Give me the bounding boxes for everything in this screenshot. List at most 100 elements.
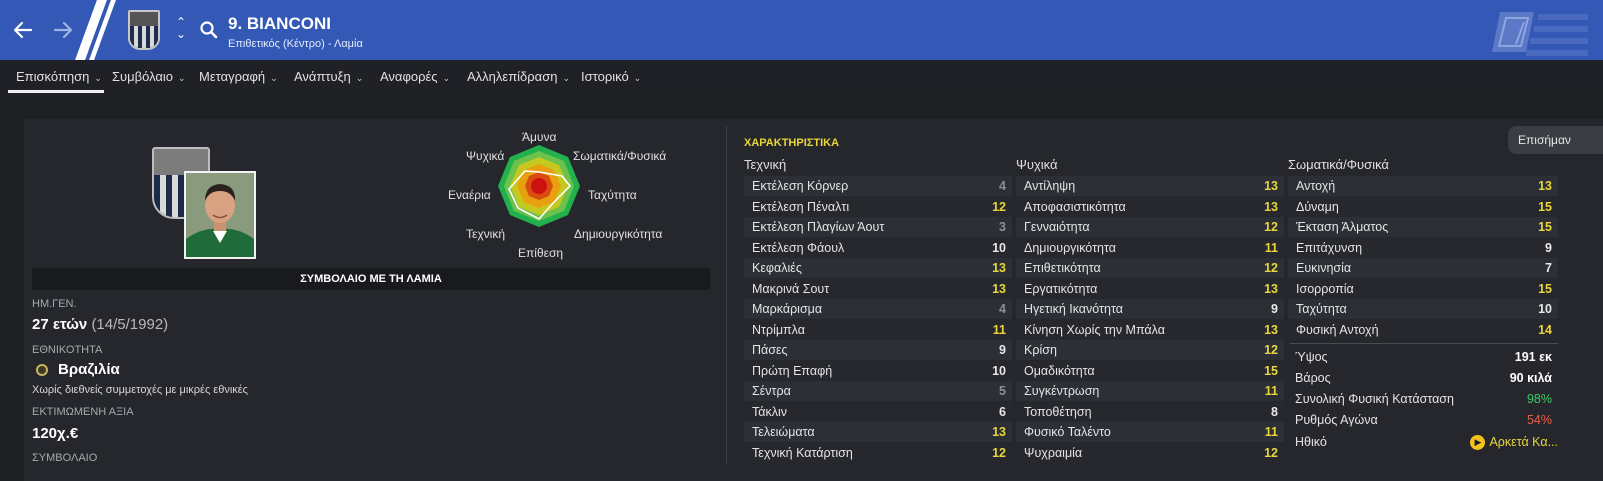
attribute-row[interactable]: Ευκινησία 7 [1288, 258, 1558, 278]
chevron-down-icon: ⌄ [562, 73, 571, 83]
radar-label-technique: Τεχνική [466, 227, 505, 241]
tab-history[interactable]: Ιστορικό ⌄ [581, 69, 641, 84]
attribute-row[interactable]: Ηγετική Ικανότητα 9 [1016, 299, 1284, 319]
attribute-value: 11 [1264, 240, 1278, 255]
attribute-name: Εκτέλεση Κόρνερ [752, 179, 849, 193]
info-row-morale[interactable]: Ηθικό ▶ Αρκετά Κα... [1290, 432, 1558, 452]
attribute-value: 13 [1538, 179, 1552, 193]
attribute-row[interactable]: Κεφαλιές 13 [744, 258, 1012, 278]
tab-interaction[interactable]: Αλληλεπίδραση ⌄ [467, 69, 570, 84]
attribute-radar: Άμυνα Σωματικά/Φυσικά Ταχύτητα Δημιουργι… [440, 126, 700, 266]
attribute-name: Μακρινά Σουτ [752, 281, 830, 296]
attribute-value: 3 [999, 220, 1006, 234]
attribute-row[interactable]: Ομαδικότητα 15 [1016, 360, 1284, 381]
attribute-row[interactable]: Επιθετικότητα 12 [1016, 258, 1284, 278]
nationality-value[interactable]: Βραζιλία [32, 361, 120, 378]
attribute-name: Συγκέντρωση [1024, 384, 1100, 398]
attribute-name: Φυσική Αντοχή [1296, 322, 1379, 337]
player-header: ⌃ ⌄ 9. BIANCONI Επιθετικός (Κέντρο) - Λαμ… [0, 0, 1603, 60]
attribute-row[interactable]: Επιτάχυνση 9 [1288, 237, 1558, 258]
attribute-row[interactable]: Τοποθέτηση 8 [1016, 401, 1284, 422]
international-note: Χωρίς διεθνείς συμμετοχές με μικρές εθνι… [32, 384, 248, 396]
attribute-value: 13 [992, 425, 1006, 439]
tab-overview[interactable]: Επισκόπηση ⌄ [16, 69, 102, 84]
attribute-row[interactable]: Αποφασιστικότητα 13 [1016, 196, 1284, 217]
physical-column-header: Σωματικά/Φυσικά [1288, 157, 1389, 172]
value-label: ΕΚΤΙΜΩΜΕΝΗ ΑΞΙΑ [32, 406, 134, 418]
attribute-name: Ευκινησία [1296, 261, 1352, 275]
attribute-name: Αποφασιστικότητα [1024, 199, 1126, 214]
attribute-row[interactable]: Φυσική Αντοχή 14 [1288, 319, 1558, 340]
up-down-chevron-icon[interactable]: ⌃ ⌄ [176, 16, 186, 40]
tab-reports[interactable]: Αναφορές ⌄ [380, 69, 450, 84]
attribute-row[interactable]: Πάσες 9 [744, 340, 1012, 360]
forward-arrow-icon [53, 21, 73, 39]
attribute-name: Εκτέλεση Πέναλτι [752, 199, 850, 214]
attribute-name: Κρίση [1024, 343, 1057, 357]
attribute-row[interactable]: Εργατικότητα 13 [1016, 278, 1284, 299]
morale-icon: ▶ [1470, 435, 1486, 451]
attribute-row[interactable]: Συγκέντρωση 11 [1016, 381, 1284, 401]
attribute-row[interactable]: Ψυχραιμία 12 [1016, 442, 1284, 463]
tab-contract[interactable]: Συμβόλαιο ⌄ [112, 69, 186, 84]
attribute-name: Σέντρα [752, 384, 791, 398]
attribute-name: Ομαδικότητα [1024, 363, 1095, 378]
attribute-name: Έκταση Άλματος [1296, 220, 1389, 234]
attribute-name: Πάσες [752, 343, 788, 357]
attribute-row[interactable]: Γενναιότητα 12 [1016, 217, 1284, 237]
attribute-row[interactable]: Αντοχή 13 [1288, 176, 1558, 196]
attribute-value: 13 [1264, 281, 1278, 296]
attribute-value: 12 [992, 445, 1006, 460]
attribute-row[interactable]: Σέντρα 5 [744, 381, 1012, 401]
attribute-row[interactable]: Αντίληψη 13 [1016, 176, 1284, 196]
attribute-row[interactable]: Ισορροπία 15 [1288, 278, 1558, 299]
attribute-row[interactable]: Εκτέλεση Πέναλτι 12 [744, 196, 1012, 217]
attribute-value: 12 [1264, 220, 1278, 234]
attribute-row[interactable]: Φυσικό Ταλέντο 11 [1016, 422, 1284, 442]
chevron-down-icon: ⌄ [178, 73, 186, 83]
attribute-value: 12 [992, 199, 1006, 214]
attribute-row[interactable]: Τεχνική Κατάρτιση 12 [744, 442, 1012, 463]
attribute-row[interactable]: Μαρκάρισμα 4 [744, 299, 1012, 319]
attribute-row[interactable]: Πρώτη Επαφή 10 [744, 360, 1012, 381]
attribute-row[interactable]: Ταχύτητα 10 [1288, 299, 1558, 319]
attribute-name: Πρώτη Επαφή [752, 363, 833, 378]
attribute-row[interactable]: Κίνηση Χωρίς την Μπάλα 13 [1016, 319, 1284, 340]
attribute-row[interactable]: Εκτέλεση Πλαγίων Άουτ 3 [744, 217, 1012, 237]
info-row-height: Ύψος 191 εκ [1295, 350, 1552, 364]
attribute-row[interactable]: Έκταση Άλματος 15 [1288, 217, 1558, 237]
attribute-name: Εργατικότητα [1024, 281, 1098, 296]
forward-button[interactable] [46, 13, 80, 47]
tab-development[interactable]: Ανάπτυξη ⌄ [294, 69, 363, 84]
nationality-label: ΕΘΝΙΚΟΤΗΤΑ [32, 344, 103, 356]
attribute-value: 12 [1264, 261, 1278, 275]
attribute-value: 13 [1264, 322, 1278, 337]
important-button[interactable]: Επισήμαν [1508, 126, 1603, 154]
contract-label: ΣΥΜΒΟΛΑΙΟ [32, 452, 98, 464]
tab-transfer[interactable]: Μεταγραφή ⌄ [199, 69, 278, 84]
attribute-name: Φυσικό Ταλέντο [1024, 425, 1111, 439]
attribute-value: 13 [992, 281, 1006, 296]
search-button[interactable] [192, 13, 226, 47]
attribute-row[interactable]: Τελειώματα 13 [744, 422, 1012, 442]
attribute-row[interactable]: Κρίση 12 [1016, 340, 1284, 360]
radar-label-physical: Σωματικά/Φυσικά [573, 149, 667, 163]
attribute-row[interactable]: Μακρινά Σουτ 13 [744, 278, 1012, 299]
attribute-row[interactable]: Εκτέλεση Φάουλ 10 [744, 237, 1012, 258]
info-row-match-sharpness: Ρυθμός Αγώνα 54% [1295, 413, 1552, 427]
attribute-row[interactable]: Ντρίμπλα 11 [744, 319, 1012, 340]
attribute-row[interactable]: Εκτέλεση Κόρνερ 4 [744, 176, 1012, 196]
attribute-row[interactable]: Δύναμη 15 [1288, 196, 1558, 217]
attribute-value: 15 [1538, 281, 1552, 296]
attribute-name: Κίνηση Χωρίς την Μπάλα [1024, 322, 1165, 337]
back-button[interactable] [6, 13, 40, 47]
club-crest[interactable] [128, 10, 160, 50]
attribute-row[interactable]: Δημιουργικότητα 11 [1016, 237, 1284, 258]
attribute-value: 12 [1264, 445, 1278, 460]
estimated-value: 120χ.€ [32, 425, 79, 442]
radar-label-mental: Ψυχικά [466, 149, 505, 163]
attribute-row[interactable]: Τάκλιν 6 [744, 401, 1012, 422]
flag-icon [36, 364, 48, 377]
back-arrow-icon [13, 21, 33, 39]
attribute-value: 15 [1538, 199, 1552, 214]
